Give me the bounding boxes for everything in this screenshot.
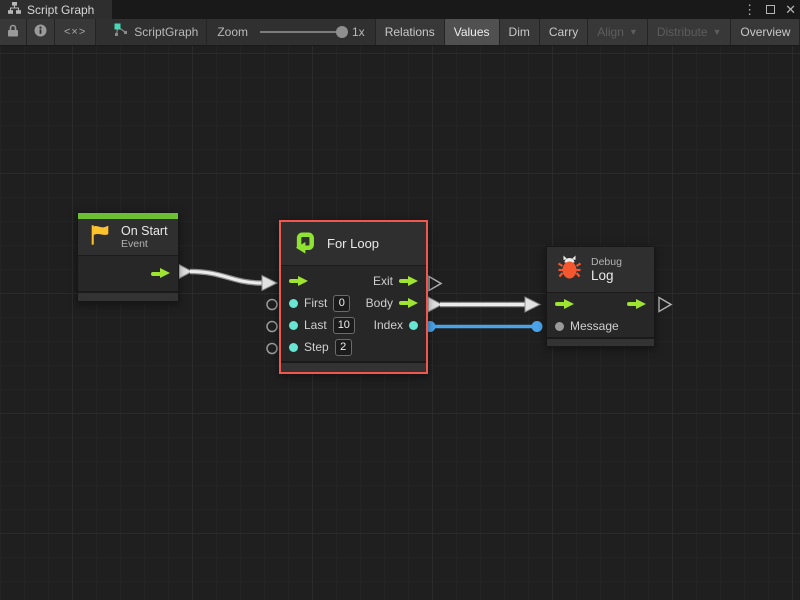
step-value-field[interactable]: 2 <box>335 339 352 356</box>
zoom-value: 1x <box>352 25 365 39</box>
lock-button[interactable] <box>0 19 27 45</box>
last-value-field[interactable]: 10 <box>333 317 355 334</box>
port-label-last: Last <box>304 318 327 332</box>
toolbar-spacer <box>96 19 106 45</box>
node-title: For Loop <box>327 236 379 251</box>
zoom-slider-handle[interactable] <box>336 26 348 38</box>
tab-script-graph[interactable]: Script Graph <box>0 0 112 19</box>
for-loop-node[interactable]: For Loop Exit First 0 Body Last 10 Index <box>279 220 428 374</box>
exit-output-port[interactable] <box>399 276 418 287</box>
code-view-button[interactable]: <×> <box>55 19 96 45</box>
node-footer <box>78 291 178 301</box>
port-label-message: Message <box>570 319 619 333</box>
port-label-step: Step <box>304 340 329 354</box>
dim-button[interactable]: Dim <box>500 19 540 45</box>
node-title: Log <box>591 268 622 284</box>
node-surtitle: Debug <box>591 256 622 268</box>
exit-output-port[interactable] <box>627 299 646 310</box>
debug-log-node[interactable]: Debug Log Message <box>546 246 655 347</box>
carry-button[interactable]: Carry <box>540 19 588 45</box>
on-start-node[interactable]: On Start Event <box>77 212 179 302</box>
body-output-port[interactable] <box>399 298 418 309</box>
port-label-first: First <box>304 296 327 310</box>
index-output-port[interactable] <box>409 321 418 330</box>
bug-icon <box>557 255 582 284</box>
node-title: On Start <box>121 224 168 238</box>
graph-toolbar: <×> ScriptGraph Zoom 1x Relations Values… <box>0 19 800 46</box>
graph-hierarchy-icon <box>8 1 21 19</box>
first-value-field[interactable]: 0 <box>333 295 350 312</box>
enter-input-port[interactable] <box>555 299 574 310</box>
values-button[interactable]: Values <box>445 19 500 45</box>
align-button[interactable]: Align ▼ <box>588 19 648 45</box>
graph-reference-button[interactable]: ScriptGraph <box>106 19 207 45</box>
maximize-icon[interactable] <box>766 5 775 14</box>
script-graph-icon <box>114 23 128 42</box>
window-titlebar: Script Graph ⋮ ✕ <box>0 0 800 19</box>
lock-icon <box>7 24 19 40</box>
port-label-body: Body <box>366 296 393 310</box>
port-label-exit: Exit <box>373 274 393 288</box>
distribute-button[interactable]: Distribute ▼ <box>648 19 732 45</box>
overview-button[interactable]: Overview <box>731 19 800 45</box>
flag-icon <box>88 223 112 252</box>
node-subtitle: Event <box>121 238 168 250</box>
node-footer <box>547 337 654 346</box>
node-footer <box>281 361 426 372</box>
step-input-port[interactable] <box>289 343 298 352</box>
info-button[interactable] <box>27 19 55 45</box>
chevron-down-icon: ▼ <box>713 27 722 37</box>
close-icon[interactable]: ✕ <box>785 0 796 19</box>
graph-name-label: ScriptGraph <box>134 25 198 39</box>
last-input-port[interactable] <box>289 321 298 330</box>
info-icon <box>34 24 47 40</box>
loop-icon <box>291 228 318 260</box>
window-menu-icon[interactable]: ⋮ <box>743 0 756 19</box>
trigger-output-port[interactable] <box>151 268 170 279</box>
zoom-slider[interactable] <box>260 31 346 33</box>
code-icon: <×> <box>64 26 86 38</box>
message-input-port[interactable] <box>555 322 564 331</box>
zoom-label: Zoom <box>217 25 248 39</box>
first-input-port[interactable] <box>289 299 298 308</box>
port-label-index: Index <box>374 318 403 332</box>
relations-button[interactable]: Relations <box>376 19 445 45</box>
tab-title: Script Graph <box>27 3 94 17</box>
chevron-down-icon: ▼ <box>629 27 638 37</box>
enter-input-port[interactable] <box>289 276 308 287</box>
